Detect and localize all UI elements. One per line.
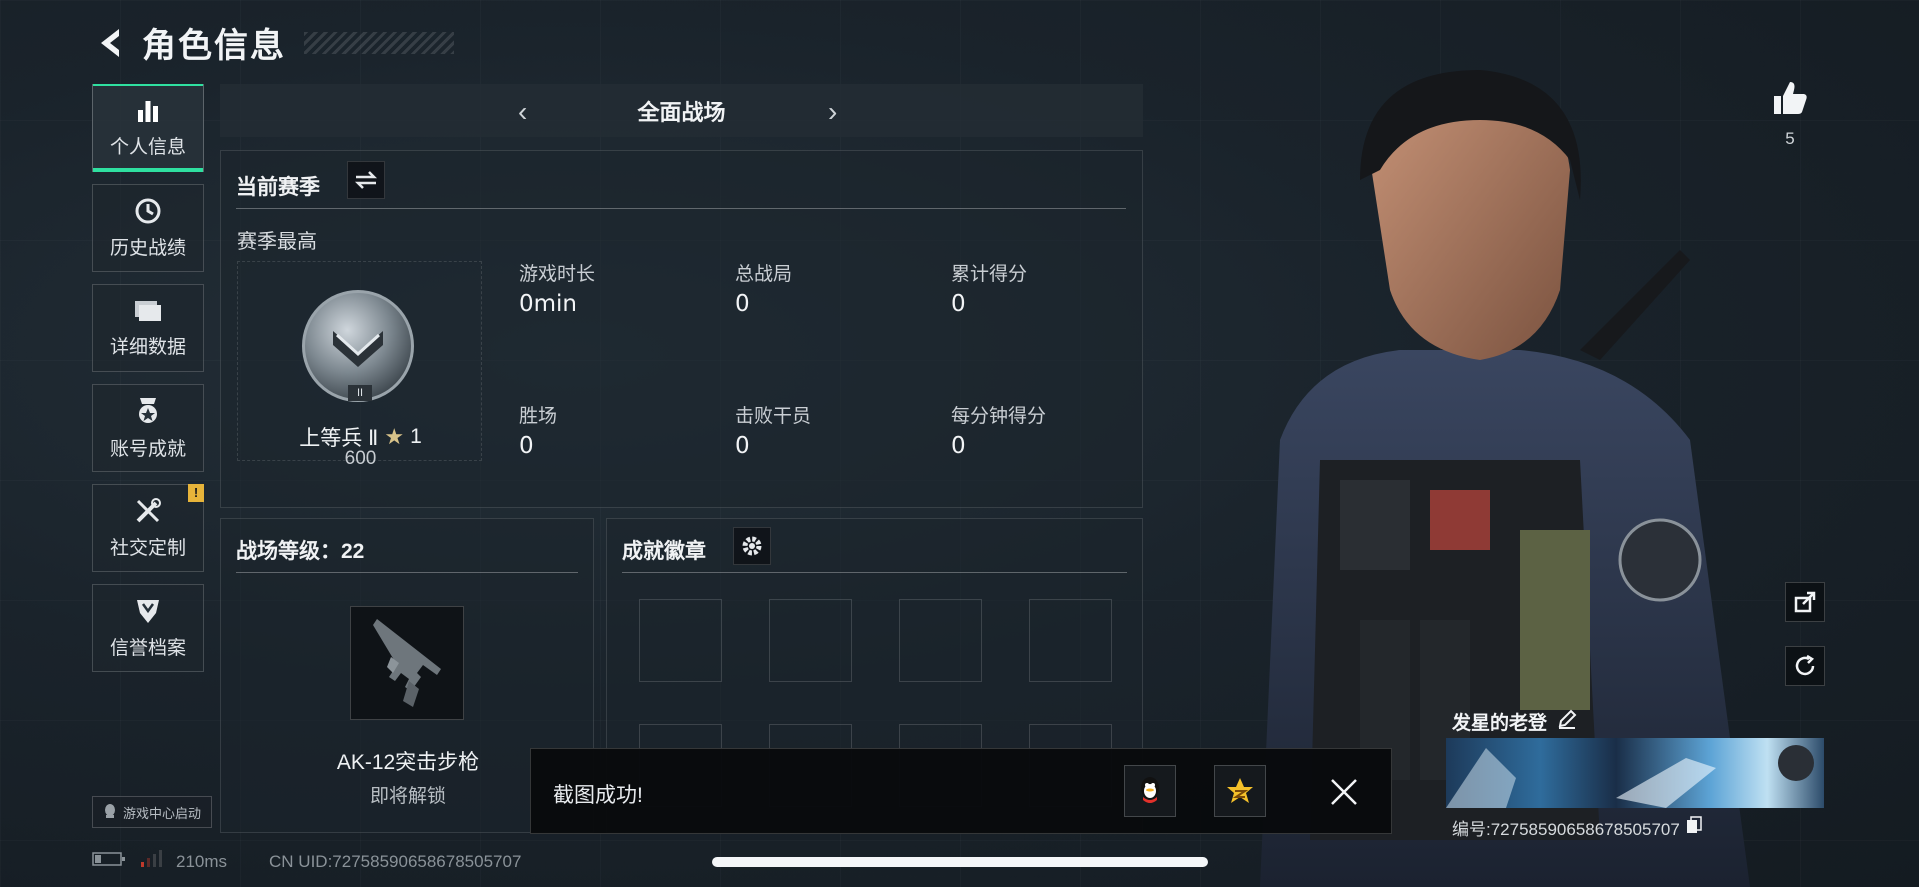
mode-selector: ‹ 全面战场 › (220, 84, 1143, 137)
mode-title: 全面战场 (637, 99, 726, 125)
player-id-text: 编号:72758590658678505707 (1452, 820, 1680, 839)
stat-value-total-score: 0 (951, 291, 966, 317)
player-id: 编号:72758590658678505707 (1452, 815, 1702, 840)
stat-label-score-per-min: 每分钟得分 (951, 406, 1047, 427)
achievement-slot[interactable] (899, 599, 982, 682)
stat-value-kills: 0 (735, 433, 750, 459)
rank-box: II 上等兵 Ⅱ ★ 1 600 (237, 261, 482, 469)
sidebar-item-label: 个人信息 (109, 136, 186, 158)
edit-icon[interactable] (1557, 709, 1577, 735)
tools-icon (134, 497, 162, 525)
rank-points: 600 (344, 448, 377, 469)
sidebar: 个人信息 历史战绩 详细数据 账号成就 ! 社交定制 信誉档案 (92, 84, 204, 684)
divider (622, 572, 1127, 573)
medal-icon (134, 396, 162, 426)
swap-season-button[interactable] (347, 161, 385, 199)
share-icon (1794, 591, 1816, 613)
sidebar-item-label: 账号成就 (109, 438, 186, 460)
screenshot-toast: 截图成功! (530, 748, 1392, 834)
game-center-button[interactable]: 游戏中心启动 (92, 796, 213, 828)
stat-value-score-per-min: 0 (951, 433, 966, 459)
stat-value-playtime: 0min (519, 291, 578, 317)
qq-icon (1141, 777, 1159, 803)
like-button[interactable]: 5 (1768, 78, 1812, 149)
player-name-text: 发星的老登 (1452, 713, 1548, 734)
achievement-slot[interactable] (769, 599, 852, 682)
notification-badge: ! (188, 484, 204, 502)
chevron-right-icon[interactable]: › (828, 96, 837, 128)
title-decoration (304, 31, 454, 54)
battlefield-level-title: 战场等级：22 (236, 540, 365, 563)
shield-icon (134, 597, 162, 625)
qzone-star-icon (1227, 778, 1253, 803)
stat-label-wins: 胜场 (519, 406, 558, 427)
stat-label-total-score: 累计得分 (951, 264, 1028, 285)
game-center-label: 游戏中心启动 (123, 805, 202, 821)
like-count: 5 (1785, 129, 1795, 148)
rifle-icon (373, 619, 441, 707)
rank-tier: II (348, 385, 372, 401)
divider (236, 572, 578, 573)
player-name: 发星的老登 (1452, 708, 1577, 735)
sidebar-item-label: 信誉档案 (109, 637, 186, 659)
sidebar-item-label: 历史战绩 (109, 237, 186, 259)
folder-icon (133, 298, 163, 324)
sidebar-item-social-custom[interactable]: ! 社交定制 (92, 484, 204, 572)
rotate-button[interactable] (1785, 646, 1825, 686)
signal-icon (140, 850, 162, 873)
player-banner[interactable] (1446, 738, 1824, 808)
close-icon[interactable] (1329, 777, 1359, 807)
divider (236, 208, 1126, 209)
sidebar-item-detailed-data[interactable]: 详细数据 (92, 284, 204, 372)
sidebar-item-personal-info[interactable]: 个人信息 (92, 84, 204, 172)
share-qq-button[interactable] (1124, 765, 1176, 817)
share-qzone-button[interactable] (1214, 765, 1266, 817)
stat-label-total-matches: 总战局 (735, 264, 793, 285)
gear-icon (742, 536, 762, 556)
sidebar-item-label: 社交定制 (109, 537, 186, 559)
status-bar: 210ms CN UID:72758590658678505707 (92, 850, 521, 873)
clock-icon (134, 197, 162, 225)
achievements-title: 成就徽章 (622, 540, 706, 563)
sidebar-item-history[interactable]: 历史战绩 (92, 184, 204, 272)
season-title: 当前赛季 (236, 176, 320, 199)
stat-label-playtime: 游戏时长 (519, 264, 596, 285)
season-best-label: 赛季最高 (237, 231, 317, 253)
rank-emblem-icon: II (302, 290, 414, 402)
swap-icon (354, 171, 378, 189)
refresh-icon (1795, 654, 1815, 676)
achievement-slot[interactable] (639, 599, 722, 682)
uid-text: CN UID:72758590658678505707 (269, 851, 522, 871)
sidebar-item-label: 详细数据 (109, 336, 186, 358)
bar-chart-icon (135, 98, 161, 124)
battery-icon (92, 851, 126, 872)
copy-icon[interactable] (1686, 816, 1702, 839)
achievements-settings-button[interactable] (733, 527, 771, 565)
home-indicator[interactable] (712, 857, 1208, 867)
chevron-left-icon[interactable]: ‹ (518, 96, 527, 128)
toast-message: 截图成功! (553, 784, 643, 807)
page-header: 角色信息 (92, 18, 454, 67)
thumbs-up-icon (1774, 82, 1807, 114)
sidebar-item-reputation[interactable]: 信誉档案 (92, 584, 204, 672)
stat-value-total-matches: 0 (735, 291, 750, 317)
back-icon[interactable] (92, 23, 128, 63)
stat-label-kills: 击败干员 (735, 406, 812, 427)
share-button[interactable] (1785, 582, 1825, 622)
star-icon: ★ (384, 424, 405, 449)
page-title: 角色信息 (142, 27, 286, 65)
stat-value-wins: 0 (519, 433, 534, 459)
sidebar-item-achievements[interactable]: 账号成就 (92, 384, 204, 472)
weapon-reward-slot[interactable] (350, 606, 464, 720)
ping-value: 210ms (176, 851, 228, 871)
achievement-slot[interactable] (1029, 599, 1112, 682)
season-panel: 当前赛季 赛季最高 II 上等兵 Ⅱ ★ 1 600 游戏时长 0min 总战局… (220, 150, 1143, 508)
rank-stars: 1 (410, 425, 422, 448)
qq-icon (103, 803, 117, 822)
